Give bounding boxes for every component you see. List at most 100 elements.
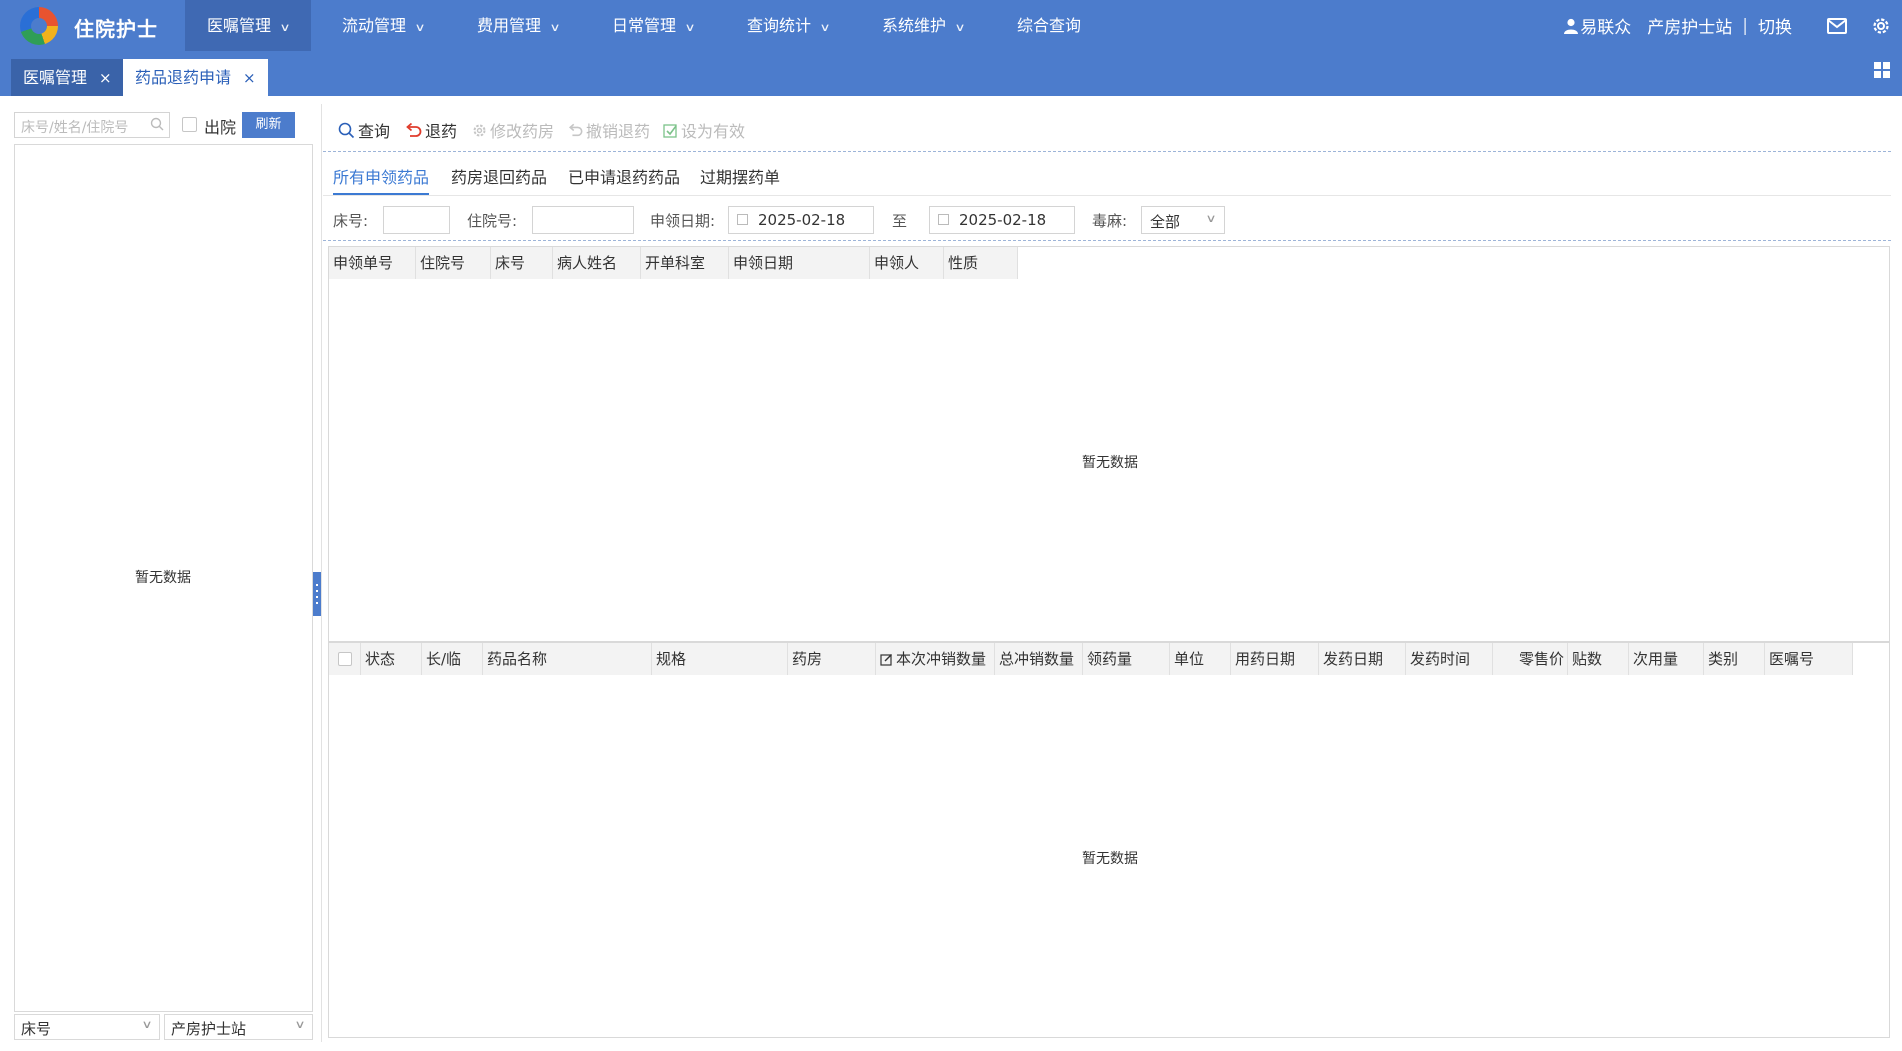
chevron-down-icon: ∨	[294, 1018, 306, 1031]
table-header: 申领单号 住院号 床号 病人姓名 开单科室 申领日期 申领人 性质	[329, 247, 1018, 279]
nav-item-query-statistics[interactable]: 查询统计 ∨	[725, 0, 851, 51]
to-label: 至	[892, 212, 908, 230]
tab-drug-return-request[interactable]: 药品退药申请 ×	[123, 59, 268, 96]
close-icon[interactable]: ×	[243, 69, 256, 87]
column-header[interactable]: 总冲销数量	[995, 643, 1083, 675]
nav-item-daily-management[interactable]: 日常管理 ∨	[590, 0, 716, 51]
chevron-down-icon: ∨	[414, 21, 426, 34]
table-header: 状态 长/临 药品名称 规格 药房 本次冲销数量 总冲销数量 领药量 单位 用药…	[329, 643, 1853, 675]
column-header[interactable]: 零售价	[1493, 643, 1568, 675]
calendar-icon	[737, 214, 748, 225]
chevron-down-icon: ∨	[549, 21, 561, 34]
column-header[interactable]: 申领单号	[329, 247, 416, 279]
bed-label: 床号:	[333, 212, 369, 230]
column-header[interactable]: 性质	[944, 247, 1018, 279]
patient-search-input[interactable]: 床号/姓名/住院号	[14, 112, 170, 138]
panel-splitter[interactable]	[313, 572, 321, 616]
mail-icon[interactable]	[1826, 15, 1848, 37]
nav-item-order-management[interactable]: 医嘱管理 ∨	[185, 0, 312, 51]
column-header[interactable]: 申领人	[870, 247, 944, 279]
sort-select[interactable]: 床号 ∨	[14, 1014, 160, 1040]
subtab-baseline	[323, 195, 1891, 196]
column-header[interactable]: 发药日期	[1319, 643, 1406, 675]
station-select[interactable]: 产房护士站 ∨	[164, 1014, 313, 1040]
subtab-active-indicator	[333, 193, 429, 195]
column-header[interactable]: 病人姓名	[553, 247, 641, 279]
subtab-all-requested-drugs[interactable]: 所有申领药品	[333, 164, 429, 188]
column-header[interactable]: 住院号	[416, 247, 491, 279]
column-header[interactable]: 药房	[788, 643, 876, 675]
subtab-return-requested-drugs[interactable]: 已申请退药药品	[568, 164, 680, 188]
search-icon	[338, 122, 355, 139]
refresh-button[interactable]: 刷新	[242, 112, 295, 138]
column-header[interactable]: 开单科室	[641, 247, 729, 279]
query-button[interactable]: 查询	[338, 118, 390, 142]
top-bar: 住院护士 医嘱管理 ∨ 流动管理 ∨ 费用管理 ∨ 日常管理 ∨ 查询统计 ∨ 系统维护 ∨…	[0, 0, 1902, 51]
column-header[interactable]: 医嘱号	[1765, 643, 1853, 675]
narcotic-label: 毒麻:	[1092, 212, 1128, 230]
nav-item-flow-management[interactable]: 流动管理 ∨	[320, 0, 446, 51]
requisition-table: 申领单号 住院号 床号 病人姓名 开单科室 申领日期 申领人 性质 暂无数据	[328, 246, 1890, 642]
request-date-label: 申领日期:	[650, 212, 716, 230]
date-from-input[interactable]: 2025-02-18	[728, 206, 874, 234]
nav-item-comprehensive-query[interactable]: 综合查询	[995, 0, 1103, 51]
tab-order-management[interactable]: 医嘱管理 ×	[11, 59, 124, 96]
drug-detail-table: 状态 长/临 药品名称 规格 药房 本次冲销数量 总冲销数量 领药量 单位 用药…	[328, 642, 1890, 1038]
calendar-icon	[938, 214, 949, 225]
select-all-checkbox[interactable]	[337, 652, 352, 666]
cancel-return-button[interactable]: 撤销退药	[568, 118, 650, 142]
set-valid-button[interactable]: 设为有效	[663, 118, 745, 142]
chevron-down-icon: ∨	[1205, 212, 1217, 225]
chevron-down-icon: ∨	[141, 1018, 153, 1031]
column-header[interactable]: 单位	[1170, 643, 1231, 675]
narcotic-select[interactable]: 全部 ∨	[1141, 206, 1225, 234]
column-header[interactable]: 发药时间	[1406, 643, 1493, 675]
app-logo	[20, 7, 58, 45]
discharged-label: 出院	[204, 118, 237, 137]
chevron-down-icon: ∨	[819, 21, 831, 34]
edit-icon	[880, 653, 893, 666]
column-header[interactable]: 规格	[652, 643, 788, 675]
column-header[interactable]: 类别	[1704, 643, 1765, 675]
bed-input[interactable]	[383, 206, 450, 234]
column-header[interactable]: 贴数	[1568, 643, 1629, 675]
column-header[interactable]: 药品名称	[483, 643, 652, 675]
return-drug-button[interactable]: 退药	[405, 118, 457, 142]
separator: |	[1742, 15, 1748, 36]
patient-list: 暂无数据	[14, 144, 313, 1012]
app-title: 住院护士	[74, 17, 158, 41]
column-header[interactable]: 申领日期	[729, 247, 870, 279]
column-header-editable[interactable]: 本次冲销数量	[876, 643, 995, 675]
switch-button[interactable]: 切换	[1758, 13, 1792, 38]
divider	[321, 104, 322, 1042]
grid-icon[interactable]	[1874, 62, 1890, 78]
filter-divider	[323, 240, 1891, 241]
user-name: 易联众	[1580, 18, 1632, 38]
gear-icon	[472, 123, 487, 138]
user-icon	[1564, 18, 1579, 34]
column-header[interactable]: 床号	[491, 247, 553, 279]
chevron-down-icon: ∨	[954, 21, 966, 34]
column-header[interactable]: 领药量	[1083, 643, 1170, 675]
column-header[interactable]: 次用量	[1629, 643, 1704, 675]
table-empty-text: 暂无数据	[1082, 851, 1138, 867]
gear-icon[interactable]	[1870, 15, 1892, 37]
subtab-pharmacy-returned-drugs[interactable]: 药房退回药品	[451, 164, 547, 188]
table-empty-text: 暂无数据	[1082, 455, 1138, 471]
check-square-icon	[663, 123, 678, 138]
undo-icon	[405, 122, 422, 139]
admission-input[interactable]	[532, 206, 634, 234]
nav-item-system-maintenance[interactable]: 系统维护 ∨	[860, 0, 986, 51]
modify-pharmacy-button[interactable]: 修改药房	[472, 118, 554, 142]
date-to-input[interactable]: 2025-02-18	[929, 206, 1075, 234]
chevron-down-icon: ∨	[279, 21, 291, 34]
column-header[interactable]: 用药日期	[1231, 643, 1319, 675]
discharged-checkbox[interactable]	[182, 117, 197, 132]
subtab-expired-dispensing-list[interactable]: 过期摆药单	[700, 164, 780, 188]
patient-list-empty: 暂无数据	[135, 570, 191, 586]
column-header[interactable]: 长/临	[422, 643, 483, 675]
column-header[interactable]: 状态	[361, 643, 422, 675]
close-icon[interactable]: ×	[99, 69, 112, 87]
nav-item-fee-management[interactable]: 费用管理 ∨	[455, 0, 581, 51]
search-icon	[150, 117, 164, 135]
